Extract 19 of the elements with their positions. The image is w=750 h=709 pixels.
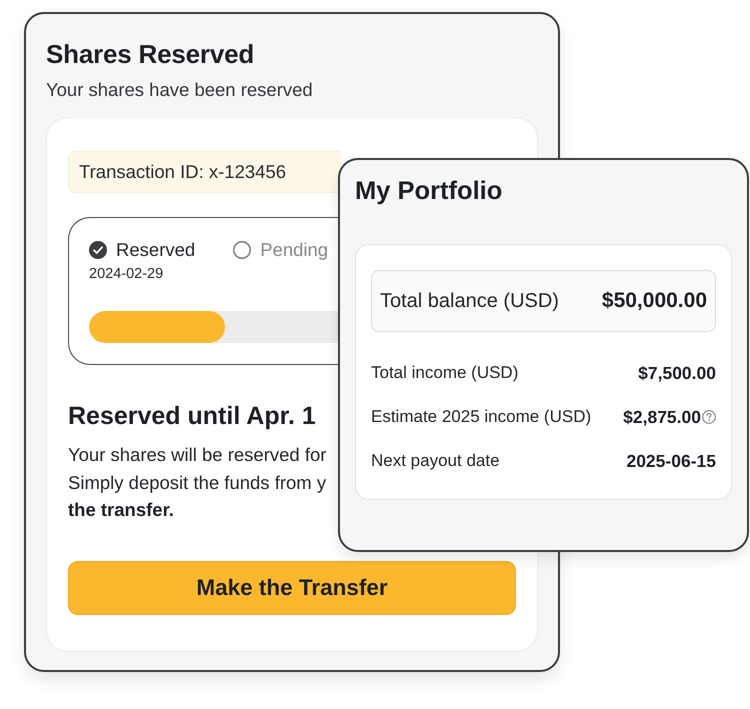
row-value: $2,875.00 <box>623 406 701 428</box>
row-value: 2025-06-15 <box>626 450 716 472</box>
card-subtitle: Your shares have been reserved <box>46 79 313 101</box>
portfolio-title: My Portfolio <box>355 176 502 206</box>
card-title: Shares Reserved <box>46 39 254 69</box>
make-transfer-button[interactable]: Make the Transfer <box>68 560 516 614</box>
reservation-message: Your shares will be reserved for Simply deposit the funds from y the transfer. <box>68 443 326 522</box>
row-label: Estimate 2025 income (USD) <box>371 407 592 427</box>
step-date: 2024-02-29 <box>89 265 164 283</box>
transaction-id-banner: Transaction ID: x-123456 <box>68 151 341 193</box>
help-icon[interactable] <box>702 410 716 424</box>
step-label: Reserved <box>116 239 196 261</box>
row-value: $7,500.00 <box>638 362 716 384</box>
balance-label: Total balance (USD) <box>380 290 559 312</box>
balance-value: $50,000.00 <box>602 289 707 313</box>
row-label: Next payout date <box>371 451 500 471</box>
step-label: Pending <box>260 239 328 261</box>
reservation-heading: Reserved until Apr. 1 <box>68 401 316 431</box>
row-label: Total income (USD) <box>371 363 518 383</box>
